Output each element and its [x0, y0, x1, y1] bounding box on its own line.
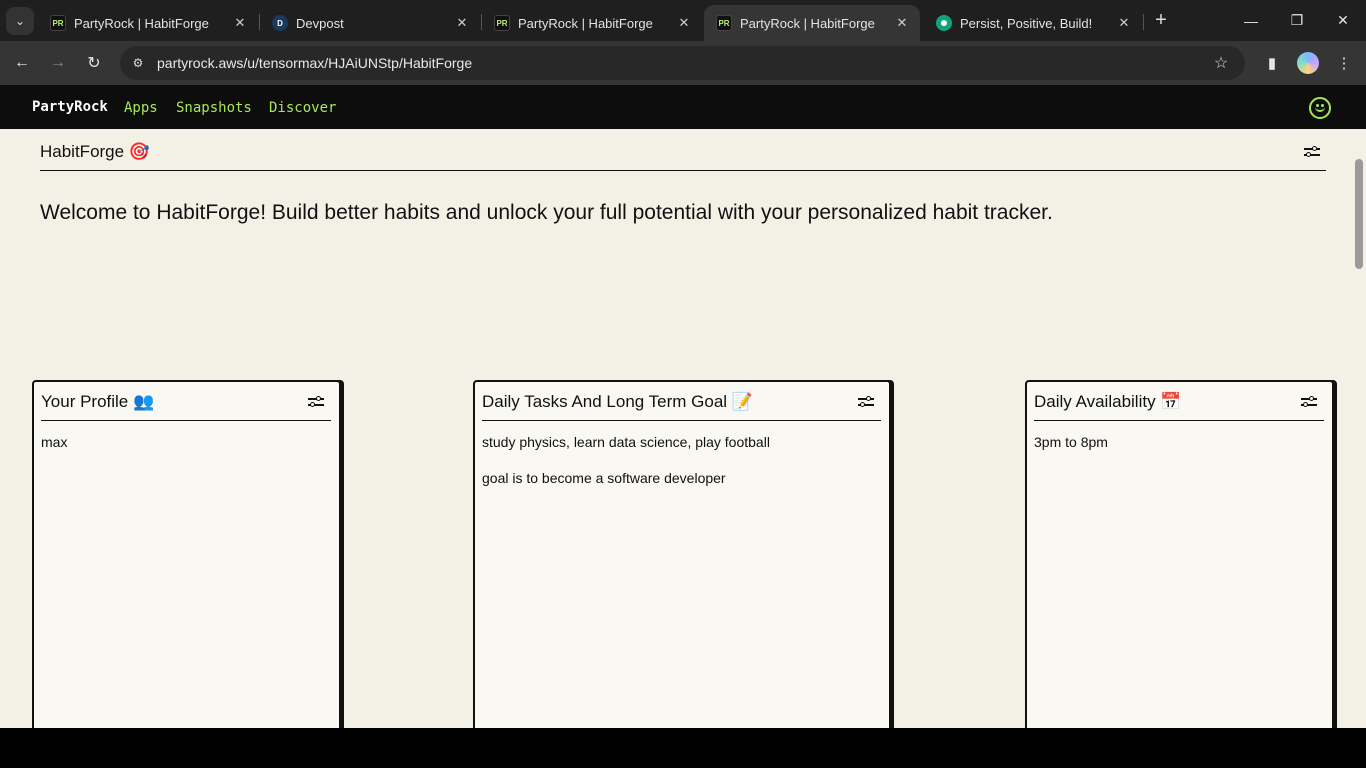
partyrock-logo[interactable]: PartyRock — [32, 99, 108, 115]
tab-search-chevron-icon[interactable]: ⌄ — [6, 7, 34, 35]
close-icon[interactable]: ✕ — [232, 15, 248, 31]
tab-title: PartyRock | HabitForge — [74, 15, 209, 31]
close-icon[interactable]: ✕ — [454, 15, 470, 31]
address-bar[interactable]: ⚙ partyrock.aws/u/tensormax/HJAiUNStp/Ha… — [120, 46, 1245, 80]
forward-arrow-icon[interactable]: → — [46, 51, 70, 75]
widget-input[interactable]: study physics, learn data science, play … — [482, 434, 881, 506]
widget-daily-availability: Daily Availability 📅 3pm to 8pm — [1025, 380, 1334, 728]
page-scrollbar[interactable] — [1352, 129, 1366, 728]
widget-settings-sliders-icon[interactable] — [307, 395, 325, 409]
tab-title: PartyRock | HabitForge — [740, 15, 875, 31]
restore-icon[interactable]: ❐ — [1274, 0, 1320, 41]
browser-toolbar: ← → ↻ ⚙ partyrock.aws/u/tensormax/HJAiUN… — [0, 41, 1366, 85]
minimize-icon[interactable]: — — [1228, 0, 1274, 41]
welcome-text: Welcome to HabitForge! Build better habi… — [40, 201, 1053, 224]
partyrock-favicon-icon: PR — [494, 15, 510, 31]
widget-title: Daily Tasks And Long Term Goal 📝 — [482, 392, 753, 411]
browser-tab[interactable]: PR PartyRock | HabitForge ✕ — [482, 5, 702, 41]
tab-title: PartyRock | HabitForge — [518, 15, 653, 31]
widget-title: Daily Availability 📅 — [1034, 392, 1182, 411]
close-icon[interactable]: ✕ — [1116, 15, 1132, 31]
scrollbar-thumb[interactable] — [1355, 159, 1363, 269]
back-arrow-icon[interactable]: ← — [10, 51, 34, 75]
browser-tab[interactable]: ✺ Persist, Positive, Build! ✕ — [924, 5, 1142, 41]
browser-tab[interactable]: D Devpost ✕ — [260, 5, 480, 41]
new-tab-plus-icon[interactable]: + — [1150, 9, 1172, 31]
widget-text: 3pm to 8pm — [1034, 434, 1108, 450]
widget-title: Your Profile 👥 — [41, 392, 155, 411]
browser-tab[interactable]: PR PartyRock | HabitForge ✕ — [38, 5, 258, 41]
profile-avatar[interactable] — [1297, 52, 1319, 74]
nav-link-discover[interactable]: Discover — [269, 100, 336, 116]
os-taskbar — [0, 728, 1366, 768]
close-icon[interactable]: ✕ — [676, 15, 692, 31]
nav-link-apps[interactable]: Apps — [124, 100, 158, 116]
app-title-row: HabitForge 🎯 — [40, 141, 1326, 171]
widget-header: Daily Availability 📅 — [1034, 382, 1324, 421]
tab-title: Persist, Positive, Build! — [960, 15, 1093, 31]
reload-icon[interactable]: ↻ — [82, 51, 106, 75]
side-panel-icon[interactable]: ▮ — [1260, 51, 1284, 75]
close-icon[interactable]: ✕ — [894, 15, 910, 31]
nav-link-snapshots[interactable]: Snapshots — [176, 100, 252, 116]
menu-kebab-icon[interactable]: ⋮ — [1332, 51, 1356, 75]
window-close-icon[interactable]: ✕ — [1320, 0, 1366, 41]
widget-settings-sliders-icon[interactable] — [1300, 395, 1318, 409]
browser-tab-active[interactable]: PR PartyRock | HabitForge ✕ — [704, 5, 920, 41]
app-page: HabitForge 🎯 Welcome to HabitForge! Buil… — [0, 129, 1366, 728]
partyrock-favicon-icon: PR — [716, 15, 732, 31]
site-settings-icon[interactable]: ⚙ — [128, 53, 148, 73]
widget-header: Your Profile 👥 — [41, 382, 331, 421]
widget-header: Daily Tasks And Long Term Goal 📝 — [482, 382, 881, 421]
tab-title: Devpost — [296, 15, 344, 31]
widget-text: goal is to become a software developer — [482, 470, 726, 486]
app-title: HabitForge 🎯 — [40, 142, 150, 161]
app-settings-sliders-icon[interactable] — [1303, 145, 1321, 159]
widget-settings-sliders-icon[interactable] — [857, 395, 875, 409]
tab-separator — [1143, 14, 1144, 30]
widget-input[interactable]: 3pm to 8pm — [1034, 434, 1324, 470]
address-url[interactable]: partyrock.aws/u/tensormax/HJAiUNStp/Habi… — [157, 55, 472, 71]
widget-input[interactable]: max — [41, 434, 331, 470]
widget-text: study physics, learn data science, play … — [482, 434, 770, 450]
partyrock-nav: PartyRock Apps Snapshots Discover — [0, 85, 1366, 129]
partyrock-favicon-icon: PR — [50, 15, 66, 31]
chatgpt-favicon-icon: ✺ — [936, 15, 952, 31]
user-smiley-icon[interactable] — [1309, 97, 1331, 119]
browser-tab-bar: ⌄ PR PartyRock | HabitForge ✕ D Devpost … — [0, 0, 1366, 41]
devpost-favicon-icon: D — [272, 15, 288, 31]
widget-your-profile: Your Profile 👥 max — [32, 380, 341, 728]
widget-daily-tasks: Daily Tasks And Long Term Goal 📝 study p… — [473, 380, 891, 728]
bookmark-star-icon[interactable]: ☆ — [1211, 53, 1231, 73]
widget-text: max — [41, 434, 68, 450]
